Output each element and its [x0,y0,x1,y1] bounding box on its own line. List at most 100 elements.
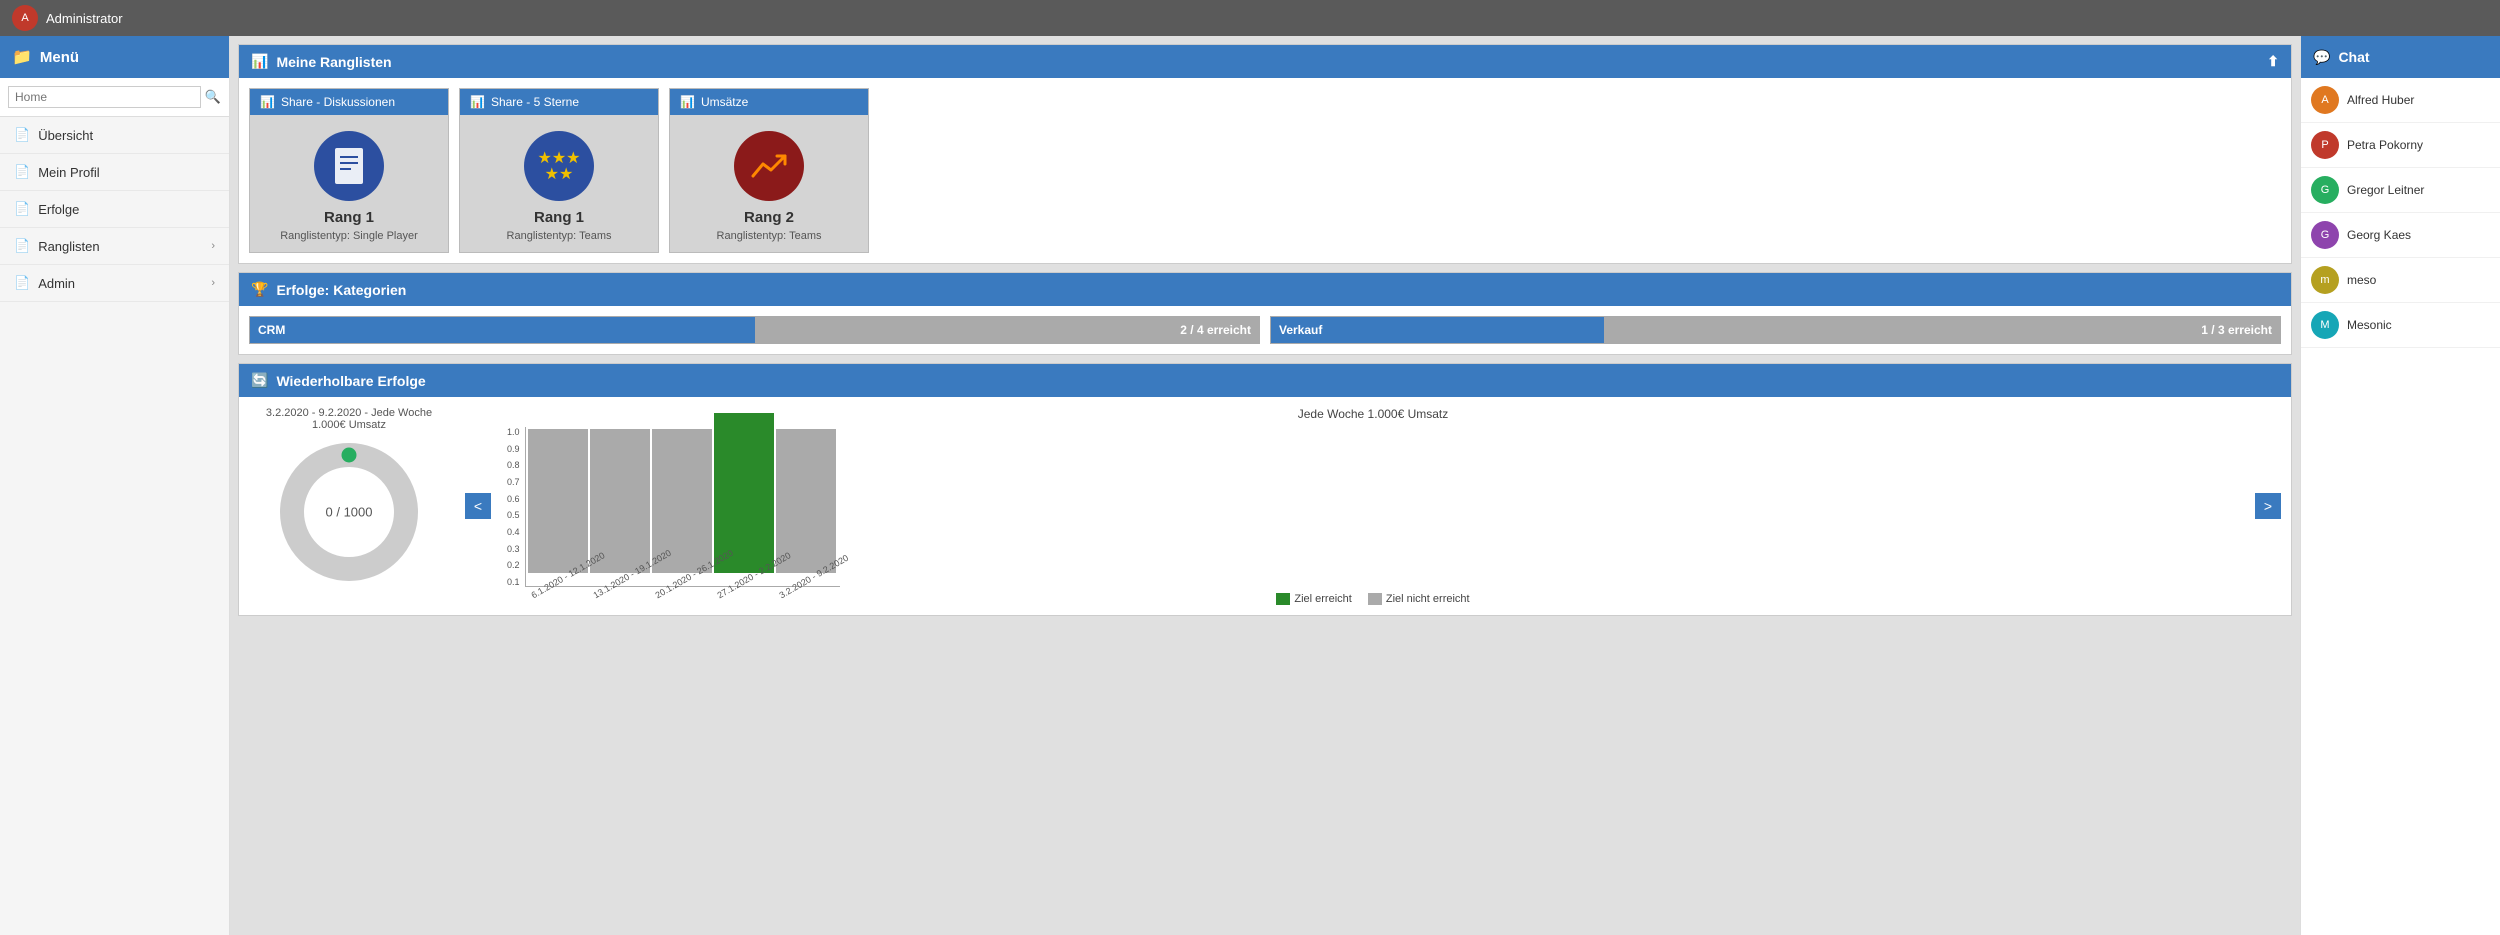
bar-chart-area: 6.1.2020 - 12.1.2020 13.1.2020 - 19.1.20… [525,427,840,587]
username-label: Administrator [46,11,123,26]
sidebar-item-label: Übersicht [38,128,93,143]
rank-card-1[interactable]: 📊 Share - 5 Sterne ★★★ ★★ Rang 1 Rangl [459,88,659,253]
erfolge-bars-container: CRM 2 / 4 erreicht Verkauf 1 / [239,306,2291,354]
ranglisten-panel: 📊 Meine Ranglisten ⬆ 📊 Share - Diskussio… [238,44,2292,264]
verkauf-status: 1 / 3 erreicht [2201,323,2272,337]
crm-label: CRM [258,323,285,337]
top-bar: A Administrator [0,0,2500,36]
rank-icon-0 [314,131,384,201]
chart-prev-button[interactable]: < [465,493,491,519]
crm-filled: CRM [250,317,755,343]
chat-user-2[interactable]: G Gregor Leitner [2301,168,2500,213]
ranglisten-cards-container: 📊 Share - Diskussionen Rang 1 Ranglisten… [239,78,2291,263]
legend-color-achieved [1276,593,1290,605]
wiederholbare-header: 🔄 Wiederholbare Erfolge [239,364,2291,397]
sidebar-item-label: Admin [38,276,75,291]
crm-empty: 2 / 4 erreicht [755,317,1260,343]
chat-user-0[interactable]: A Alfred Huber [2301,78,2500,123]
sidebar-item-mein-profil[interactable]: 📄 Mein Profil [0,154,229,191]
trophy-icon: 🏆 [251,281,268,298]
chat-panel: 💬 Chat A Alfred Huber P Petra Pokorny G … [2300,36,2500,935]
erfolge-header: 🏆 Erfolge: Kategorien [239,273,2291,306]
wiederholbare-panel: 🔄 Wiederholbare Erfolge 3.2.2020 - 9.2.2… [238,363,2292,616]
sidebar-header: 📁 Menü [0,36,229,78]
chat-user-4[interactable]: m meso [2301,258,2500,303]
search-icon[interactable]: 🔍 [205,89,221,105]
rank-card-title-0: Share - Diskussionen [281,95,395,109]
chart-legend: Ziel erreicht Ziel nicht erreicht [507,593,2239,605]
rank-subtext-1: Ranglistentyp: Teams [507,230,612,242]
chat-avatar-3: G [2311,221,2339,249]
chat-user-1[interactable]: P Petra Pokorny [2301,123,2500,168]
chat-avatar-5: M [2311,311,2339,339]
content-area: 📊 Meine Ranglisten ⬆ 📊 Share - Diskussio… [230,36,2300,935]
sidebar-title: Menü [40,49,79,66]
sidebar-item-ranglisten[interactable]: 📄 Ranglisten › [0,228,229,265]
sidebar-search-container: 🔍 [0,78,229,117]
crm-progress-wrap: CRM 2 / 4 erreicht [249,316,1260,344]
user-avatar: A [12,5,38,31]
collapse-icon[interactable]: ⬆ [2267,53,2279,70]
ranglisten-header: 📊 Meine Ranglisten ⬆ [239,45,2291,78]
sidebar-item-admin[interactable]: 📄 Admin › [0,265,229,302]
folder-small-icon: 📄 [14,127,30,143]
folder-small-icon: 📄 [14,238,30,254]
sidebar-item-erfolge[interactable]: 📄 Erfolge [0,191,229,228]
rank-label-0: Rang 1 [324,209,374,226]
folder-small-icon: 📄 [14,275,30,291]
chat-username-0: Alfred Huber [2347,93,2414,107]
chat-username-4: meso [2347,273,2376,287]
verkauf-empty: 1 / 3 erreicht [1604,317,2280,343]
chart-icon-small: 📊 [470,95,485,109]
bar-0 [528,429,588,573]
sidebar: 📁 Menü 🔍 📄 Übersicht 📄 Mein Profil 📄 Erf… [0,36,230,935]
legend-label-not-achieved: Ziel nicht erreicht [1386,593,1470,605]
crm-progress-bar: CRM 2 / 4 erreicht [249,316,1260,344]
rank-label-2: Rang 2 [744,209,794,226]
rank-card-header-1: 📊 Share - 5 Sterne [460,89,658,115]
rank-label-1: Rang 1 [534,209,584,226]
verkauf-label: Verkauf [1279,323,1322,337]
rank-card-title-2: Umsätze [701,95,748,109]
donut-title: 3.2.2020 - 9.2.2020 - Jede Woche 1.000€ … [249,407,449,431]
rank-card-body-2: Rang 2 Ranglistentyp: Teams [670,115,868,252]
chat-avatar-1: P [2311,131,2339,159]
chat-username-2: Gregor Leitner [2347,183,2424,197]
chat-avatar-4: m [2311,266,2339,294]
chat-header: 💬 Chat [2301,36,2500,78]
chat-avatar-0: A [2311,86,2339,114]
folder-small-icon: 📄 [14,201,30,217]
chat-user-3[interactable]: G Georg Kaes [2301,213,2500,258]
chart-icon: 📊 [251,53,268,70]
rank-card-title-1: Share - 5 Sterne [491,95,579,109]
chat-username-3: Georg Kaes [2347,228,2411,242]
chat-username-1: Petra Pokorny [2347,138,2423,152]
wiederholbare-body: 3.2.2020 - 9.2.2020 - Jede Woche 1.000€ … [239,397,2291,615]
chart-next-button[interactable]: > [2255,493,2281,519]
svg-text:★★: ★★ [545,166,574,183]
chat-user-list: A Alfred Huber P Petra Pokorny G Gregor … [2301,78,2500,935]
verkauf-filled: Verkauf [1271,317,1604,343]
rank-card-0[interactable]: 📊 Share - Diskussionen Rang 1 Ranglisten… [249,88,449,253]
chat-avatar-2: G [2311,176,2339,204]
rank-icon-2 [734,131,804,201]
search-input[interactable] [8,86,201,108]
verkauf-progress-bar: Verkauf 1 / 3 erreicht [1270,316,2281,344]
legend-label-achieved: Ziel erreicht [1294,593,1351,605]
sidebar-item-label: Mein Profil [38,165,99,180]
sidebar-item-label: Erfolge [38,202,79,217]
legend-achieved: Ziel erreicht [1276,593,1351,605]
folder-small-icon: 📄 [14,164,30,180]
chart-icon-small: 📊 [260,95,275,109]
rank-icon-1: ★★★ ★★ [524,131,594,201]
wiederholbare-title: Wiederholbare Erfolge [276,373,425,389]
sidebar-item-ubersicht[interactable]: 📄 Übersicht [0,117,229,154]
chat-user-5[interactable]: M Mesonic [2301,303,2500,348]
rank-card-header-2: 📊 Umsätze [670,89,868,115]
sidebar-item-label: Ranglisten [38,239,99,254]
chevron-right-icon: › [211,277,215,289]
crm-status: 2 / 4 erreicht [1180,323,1251,337]
donut-value-label: 0 / 1000 [326,505,373,520]
bar-chart-section: Jede Woche 1.000€ Umsatz 1.0 0.9 0.8 0.7… [507,407,2239,605]
rank-card-2[interactable]: 📊 Umsätze Rang 2 Ranglistentyp: Team [669,88,869,253]
